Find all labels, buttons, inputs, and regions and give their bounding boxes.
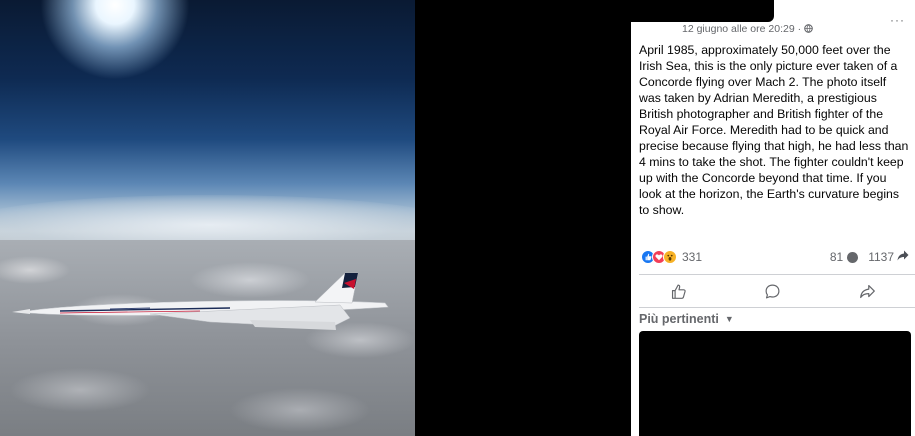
- redacted-comment: [639, 331, 911, 436]
- share-icon: [860, 284, 876, 298]
- globe-icon: [804, 24, 813, 33]
- comment-count[interactable]: 81: [830, 250, 843, 264]
- share-count-icon: [897, 250, 909, 264]
- facebook-post-panel: 12 giugno alle ore 20:29 · ··· April 198…: [631, 0, 915, 436]
- wow-reaction-icon: [663, 250, 677, 264]
- comment-icon: [766, 284, 780, 298]
- more-options-icon[interactable]: ···: [890, 13, 905, 27]
- redacted-author-name: [631, 0, 774, 22]
- comment-count-icon: [847, 251, 859, 263]
- divider: [639, 274, 915, 275]
- post-photo[interactable]: [0, 0, 415, 436]
- reaction-count[interactable]: 331: [682, 250, 702, 264]
- share-count[interactable]: 1137: [868, 250, 894, 264]
- share-button[interactable]: [838, 278, 898, 304]
- post-timestamp[interactable]: 12 giugno alle ore 20:29 ·: [682, 22, 813, 36]
- divider: [639, 307, 915, 308]
- comment-button[interactable]: [743, 278, 803, 304]
- reactions-summary[interactable]: 331: [641, 248, 702, 266]
- like-icon: [671, 284, 686, 299]
- post-date-text[interactable]: 12 giugno alle ore 20:29 ·: [682, 23, 804, 35]
- comment-sort-label: Più pertinenti: [639, 312, 719, 326]
- post-body-text: April 1985, approximately 50,000 feet ov…: [639, 43, 909, 217]
- comment-sort-dropdown[interactable]: Più pertinenti ▼: [639, 312, 734, 326]
- black-gap: [415, 0, 631, 436]
- like-button[interactable]: [648, 278, 708, 304]
- engagement-counts: 81 1137: [830, 248, 909, 266]
- post-actions-bar: [631, 277, 915, 305]
- concorde-aircraft: [12, 272, 389, 330]
- caret-down-icon: ▼: [724, 314, 734, 324]
